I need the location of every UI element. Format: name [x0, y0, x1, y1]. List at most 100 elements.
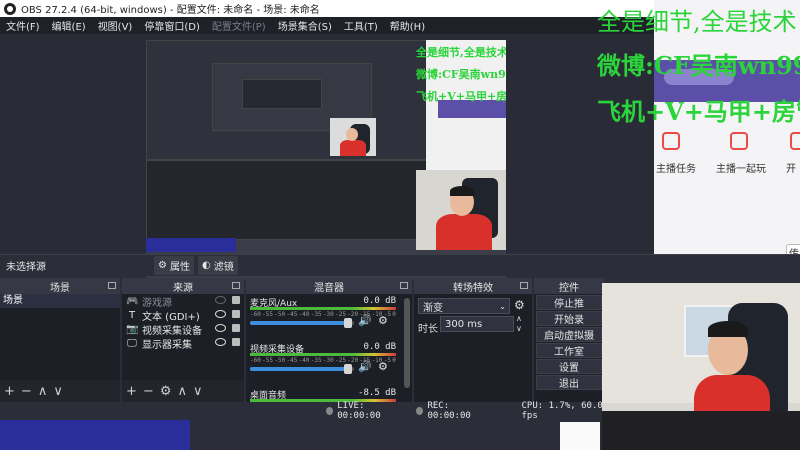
source-item[interactable]: 📷 视频采集设备	[122, 322, 244, 337]
sources-dock: 来源 🎮 游戏源 T 文本 (GDI+) 📷 视频采集设备 🖵 显示器采集 + − ⚙ ∧ ∨	[122, 278, 244, 402]
overlay-line2: 微博:CF吴南wn99	[597, 51, 800, 80]
volume-slider-fill	[250, 321, 348, 325]
window-title: OBS 27.2.4 (64-bit, windows) - 配置文件: 未命名…	[21, 5, 320, 16]
control-button-0[interactable]: 停止推	[536, 295, 602, 310]
volume-slider-knob[interactable]	[344, 318, 352, 328]
float-icon[interactable]	[108, 282, 116, 289]
no-source-label: 未选择源	[6, 262, 46, 273]
add-icon[interactable]: +	[4, 384, 15, 399]
captured-app-panel: 主播任务 主播一起玩 开 传	[654, 0, 800, 270]
webcam-desk	[602, 411, 800, 450]
tick-label: -45	[286, 357, 298, 364]
filters-button[interactable]: ◐ 滤镜	[197, 256, 238, 275]
gamepad-icon: 🎮	[126, 295, 139, 307]
eye-icon[interactable]	[215, 324, 226, 332]
speaker-icon[interactable]: 🔊	[358, 314, 372, 327]
channel-db: -8.5 dB	[358, 388, 396, 398]
mixer-scrollbar[interactable]	[404, 298, 410, 388]
source-label: 游戏源	[142, 297, 172, 309]
plus-doc-icon	[730, 132, 748, 150]
float-icon[interactable]	[520, 282, 528, 289]
tick-label: -30	[322, 311, 334, 318]
move-down-icon[interactable]: ∨	[53, 384, 63, 399]
lock-icon[interactable]	[232, 296, 240, 304]
float-icon[interactable]	[400, 282, 408, 289]
control-button-5[interactable]: 退出	[536, 375, 602, 390]
preview-canvas[interactable]: 全是细节,全是技术 微博:CF吴南wn99 飞机+V+马甲+房管	[146, 40, 506, 280]
gear-icon[interactable]: ⚙	[160, 384, 172, 399]
nested-docks	[146, 160, 446, 240]
tick-label: -60	[250, 357, 261, 364]
webcam-overlay	[602, 283, 800, 450]
add-icon[interactable]: +	[126, 384, 137, 399]
control-button-3[interactable]: 工作室	[536, 343, 602, 358]
volume-slider-fill	[250, 367, 348, 371]
source-item[interactable]: 🎮 游戏源	[122, 294, 244, 309]
float-icon[interactable]	[232, 282, 240, 289]
menu-item-7[interactable]: 帮助(H)	[384, 18, 431, 33]
lock-icon[interactable]	[232, 310, 240, 318]
tick-label: -55	[262, 311, 273, 318]
gear-icon[interactable]: ⚙	[378, 314, 388, 327]
app-tab-play: 主播一起玩	[716, 164, 766, 175]
eye-icon[interactable]	[215, 338, 226, 346]
lock-icon[interactable]	[232, 324, 240, 332]
spin-up-icon[interactable]: ∧	[516, 314, 522, 323]
move-up-icon[interactable]: ∧	[177, 384, 187, 399]
tick-label: -55	[262, 357, 273, 364]
source-item[interactable]: 🖵 显示器采集	[122, 336, 244, 351]
menu-item-1[interactable]: 编辑(E)	[46, 18, 92, 33]
source-item[interactable]: T 文本 (GDI+)	[122, 308, 244, 323]
menu-item-5[interactable]: 场景集合(S)	[272, 18, 338, 33]
scenes-footer: + − ∧ ∨	[0, 380, 120, 402]
control-button-1[interactable]: 开始录	[536, 311, 602, 326]
menu-item-6[interactable]: 工具(T)	[338, 18, 384, 33]
menu-item-4[interactable]: 配置文件(P)	[206, 18, 272, 33]
duration-spinbox[interactable]: 300 ms	[440, 316, 514, 332]
remove-icon[interactable]: −	[143, 384, 154, 399]
mixer-channel: 视频采集设备 0.0 dB -60 -55 -50 -45 -40 -35 -30 -25 -20-…	[246, 340, 412, 386]
remove-icon[interactable]: −	[21, 384, 32, 399]
preview-webcam	[416, 170, 506, 250]
transition-select[interactable]: 渐变 ⌄	[418, 298, 510, 314]
duration-value: 300 ms	[445, 318, 483, 330]
tick-label: -60	[250, 311, 261, 318]
control-button-4[interactable]: 设置	[536, 359, 602, 374]
properties-label: 属性	[169, 262, 190, 273]
eye-icon[interactable]	[215, 296, 226, 304]
overlay-line1: 全是细节,全是技术	[597, 8, 797, 36]
control-button-2[interactable]: 启动虚拟摄	[536, 327, 602, 342]
preview-overlay-line3: 飞机+V+马甲+房管	[416, 90, 506, 103]
tick-label: -50	[274, 357, 286, 364]
move-up-icon[interactable]: ∧	[38, 384, 48, 399]
channel-db: 0.0 dB	[363, 296, 396, 306]
tick-label: -30	[322, 357, 334, 364]
eye-icon[interactable]	[215, 310, 226, 318]
move-down-icon[interactable]: ∨	[193, 384, 203, 399]
gear-icon[interactable]: ⚙	[378, 360, 388, 373]
app-tab-task: 主播任务	[656, 164, 696, 175]
tick-label: -35	[310, 311, 322, 318]
scenes-dock-header: 场景	[0, 278, 120, 294]
lock-icon[interactable]	[232, 338, 240, 346]
channel-db: 0.0 dB	[363, 342, 396, 352]
volume-slider-knob[interactable]	[344, 364, 352, 374]
scenes-title: 场景	[50, 282, 70, 294]
menu-item-3[interactable]: 停靠窗口(D)	[138, 18, 206, 33]
properties-button[interactable]: ⚙ 属性	[154, 256, 194, 275]
speaker-icon[interactable]: 🔊	[358, 360, 372, 373]
mixer-dock: 混音器 麦克风/Aux 0.0 dB -60 -55 -50 -45 -40 -35 -30 -2…	[246, 278, 412, 420]
scene-item[interactable]: 场景	[0, 294, 120, 308]
gear-icon[interactable]: ⚙	[514, 298, 525, 312]
meter-ticks: -60-55-50-45-40-35-30-25-20-15-10-50	[250, 311, 396, 319]
text-icon: T	[128, 309, 136, 321]
nested-webcam	[330, 118, 376, 156]
transitions-body: 渐变 ⌄ ⚙ 时长 300 ms ∧ ∨	[414, 294, 532, 402]
filters-label: 滤镜	[213, 262, 234, 273]
menu-item-2[interactable]: 视图(V)	[92, 18, 139, 33]
transition-selected: 渐变	[423, 302, 443, 314]
rec-timer: REC: 00:00:00	[427, 401, 471, 421]
menu-item-0[interactable]: 文件(F)	[0, 18, 46, 33]
spin-down-icon[interactable]: ∨	[516, 324, 522, 333]
sources-title: 来源	[173, 282, 193, 294]
